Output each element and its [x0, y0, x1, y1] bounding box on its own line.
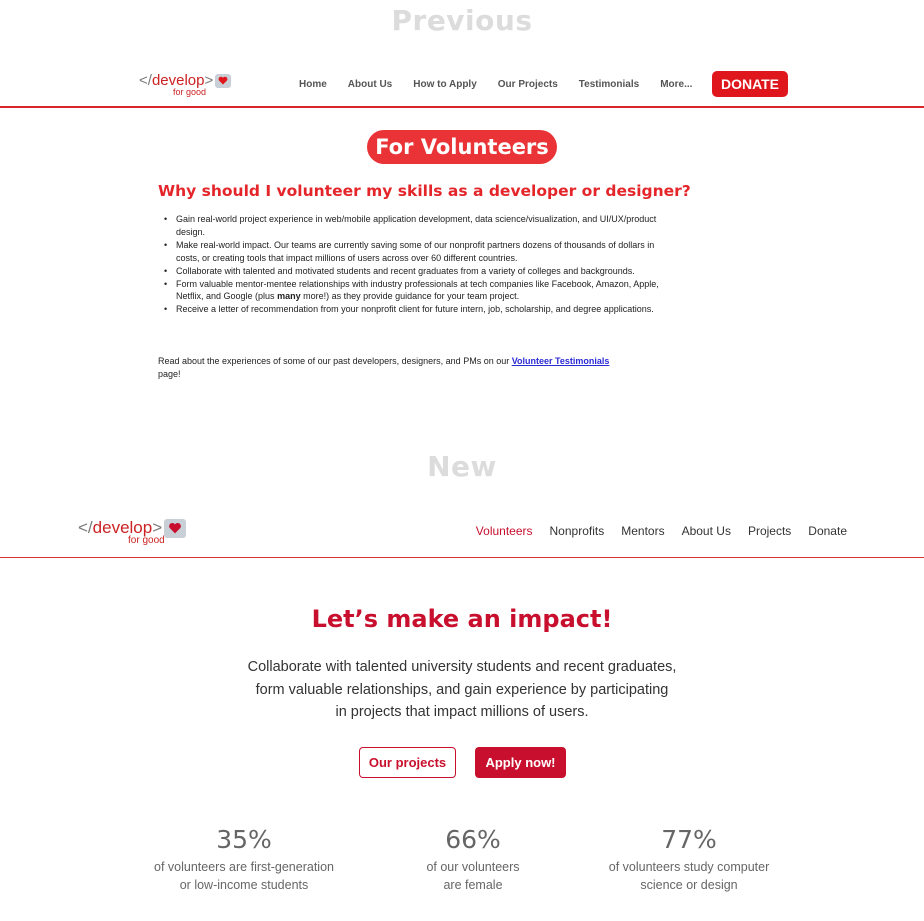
volunteer-testimonials-link[interactable]: Volunteer Testimonials [512, 356, 610, 366]
bullet-bold-text: many [277, 291, 301, 302]
our-projects-button[interactable]: Our projects [359, 747, 456, 778]
old-nav-testimonials[interactable]: Testimonials [579, 79, 639, 90]
old-nav-our-projects[interactable]: Our Projects [498, 79, 558, 90]
stat-value: 35% [216, 825, 272, 854]
old-site-nav-menu: Home About Us How to Apply Our Projects … [299, 79, 713, 90]
new-site-logo[interactable]: </ develop > for good [78, 518, 187, 546]
stat-description: of volunteers are first-generation or lo… [124, 858, 364, 894]
nav-mentors[interactable]: Mentors [621, 524, 664, 538]
old-site-logo[interactable]: </ develop > for good [139, 72, 232, 97]
read-text: Read about the experiences of some of ou… [158, 356, 512, 366]
heart-icon [215, 73, 232, 88]
nav-projects[interactable]: Projects [748, 524, 791, 538]
stat-description: of volunteers study computer science or … [569, 858, 809, 894]
old-benefits-list: Gain real-world project experience in we… [164, 213, 674, 316]
stat-description: of our volunteers are female [353, 858, 593, 894]
stat-value: 66% [445, 825, 501, 854]
old-donate-button[interactable]: DONATE [712, 71, 788, 97]
bullet-text: more!) as they provide guidance for your… [300, 291, 520, 302]
nav-about-us[interactable]: About Us [682, 524, 731, 538]
page-title: Let’s make an impact! [311, 605, 613, 633]
list-item: Form valuable mentor-mentee relationship… [164, 278, 674, 304]
intro-line: in projects that impact millions of user… [335, 704, 589, 720]
old-volunteer-heading: Why should I volunteer my skills as a de… [158, 182, 691, 200]
old-nav-more[interactable]: More... [660, 79, 692, 90]
nav-donate[interactable]: Donate [808, 524, 847, 538]
stat-line: of volunteers study computer [608, 860, 770, 874]
stat-value: 77% [661, 825, 717, 854]
new-section-title: New [427, 450, 497, 483]
list-item: Receive a letter of recommendation from … [164, 303, 674, 316]
stat-cs-design: 77% of volunteers study computer science… [569, 824, 809, 894]
old-nav-about-us[interactable]: About Us [348, 79, 392, 90]
read-text-end: page! [158, 369, 181, 379]
apply-now-button[interactable]: Apply now! [475, 747, 566, 778]
stat-line: of our volunteers [426, 860, 520, 874]
intro-line: Collaborate with talented university stu… [247, 659, 677, 675]
stat-line: or low-income students [179, 878, 309, 892]
nav-volunteers[interactable]: Volunteers [476, 524, 533, 538]
old-nav-how-to-apply[interactable]: How to Apply [413, 79, 477, 90]
new-site-nav-menu: Volunteers Nonprofits Mentors About Us P… [459, 524, 847, 538]
previous-section-title: Previous [391, 4, 533, 37]
old-site-header: </ develop > for good Home About Us How … [0, 62, 924, 108]
for-volunteers-banner: For Volunteers [367, 130, 557, 164]
logo-subtitle: for good [173, 87, 207, 97]
list-item: Make real-world impact. Our teams are cu… [164, 239, 674, 265]
stat-line: of volunteers are first-generation [154, 860, 334, 874]
stat-female: 66% of our volunteers are female [353, 824, 593, 894]
old-nav-home[interactable]: Home [299, 79, 327, 90]
nav-nonprofits[interactable]: Nonprofits [550, 524, 605, 538]
stat-line: science or design [640, 878, 738, 892]
stat-line: are female [443, 878, 503, 892]
intro-paragraph: Collaborate with talented university stu… [212, 656, 712, 724]
old-testimonials-paragraph: Read about the experiences of some of ou… [158, 355, 678, 381]
stat-first-gen: 35% of volunteers are first-generation o… [124, 824, 364, 894]
logo-bracket-open: </ [139, 72, 152, 89]
list-item: Collaborate with talented and motivated … [164, 265, 674, 278]
logo-subtitle: for good [128, 535, 165, 546]
list-item: Gain real-world project experience in we… [164, 213, 674, 239]
new-site-header: </ develop > for good Volunteers Nonprof… [0, 508, 924, 558]
intro-line: form valuable relationships, and gain ex… [255, 681, 669, 698]
logo-bracket-open: </ [78, 518, 93, 537]
